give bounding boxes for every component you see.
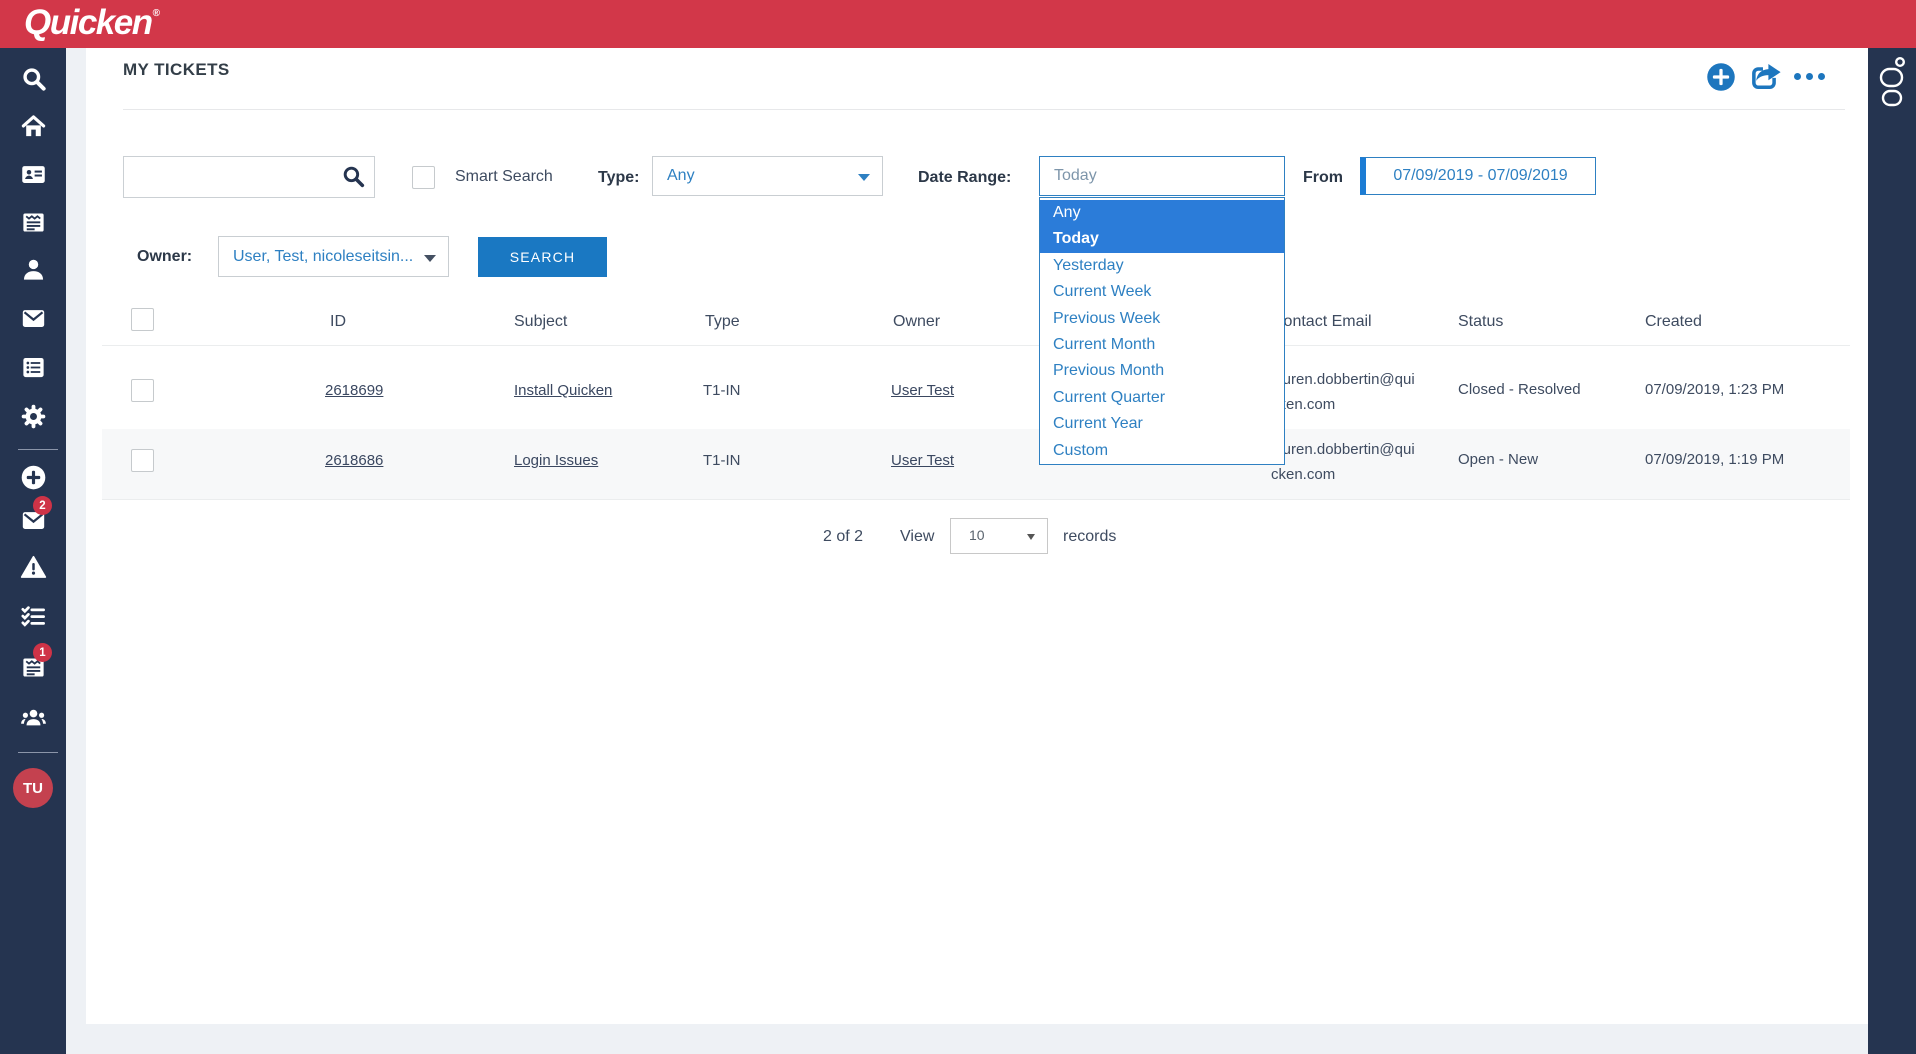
ticket-created: 07/09/2019, 1:19 PM	[1645, 451, 1784, 468]
chevron-down-icon	[1027, 534, 1035, 540]
ticket-badge: 1	[33, 643, 52, 662]
ticket-contact-email: lauren.dobbertin@quicken.com	[1271, 367, 1421, 417]
date-range-option-current-month[interactable]: Current Month	[1040, 332, 1284, 358]
column-header-owner: Owner	[893, 313, 940, 331]
column-header-subject: Subject	[514, 313, 567, 331]
share-export-button[interactable]	[1746, 60, 1784, 98]
column-header-created: Created	[1645, 313, 1702, 331]
ticket-subject-link[interactable]: Login Issues	[514, 452, 598, 469]
checklist-icon[interactable]	[19, 601, 47, 629]
person-icon[interactable]	[19, 255, 47, 283]
search-input[interactable]	[134, 161, 333, 193]
column-header-status: Status	[1458, 313, 1503, 331]
user-avatar[interactable]: TU	[13, 768, 53, 808]
collapsed-panel-icon[interactable]	[1874, 54, 1908, 117]
sidebar-divider	[18, 752, 58, 753]
ticket-id-link[interactable]: 2618686	[325, 452, 383, 469]
more-options-button[interactable]	[1794, 73, 1825, 80]
column-header-id: ID	[330, 313, 346, 331]
ticket-type: T1-IN	[703, 452, 741, 469]
record-count: 2 of 2	[823, 528, 863, 546]
date-range-option-previous-month[interactable]: Previous Month	[1040, 358, 1284, 384]
date-range-option-any[interactable]: Any	[1040, 200, 1284, 226]
home-icon[interactable]	[19, 112, 47, 140]
date-range-option-current-year[interactable]: Current Year	[1040, 411, 1284, 437]
collapsed-right-panel[interactable]	[1868, 48, 1916, 1054]
page-title: MY TICKETS	[123, 60, 230, 80]
ticket-card-icon[interactable]	[19, 208, 47, 236]
warning-icon[interactable]	[19, 553, 47, 581]
type-label: Type:	[598, 169, 639, 187]
ticket-created: 07/09/2019, 1:23 PM	[1645, 381, 1784, 398]
type-select[interactable]: Any	[652, 156, 883, 196]
ticket-search-box	[123, 156, 375, 198]
ticket-owner-link[interactable]: User Test	[891, 382, 954, 399]
owner-label: Owner:	[137, 248, 192, 266]
date-range-option-custom[interactable]: Custom	[1040, 438, 1284, 464]
left-nav-sidebar: 2 1 TU	[0, 48, 66, 1054]
date-range-select[interactable]: Today	[1039, 156, 1285, 196]
date-range-dropdown: Any Today Yesterday Current Week Previou…	[1039, 197, 1285, 465]
column-header-contact-email: Contact Email	[1272, 313, 1372, 331]
chevron-down-icon	[858, 174, 870, 181]
date-range-option-today[interactable]: Today	[1040, 226, 1284, 252]
date-range-option-yesterday[interactable]: Yesterday	[1040, 253, 1284, 279]
people-icon[interactable]	[19, 703, 47, 731]
records-label: records	[1063, 528, 1116, 546]
page-size-select[interactable]: 10	[950, 518, 1048, 554]
sidebar-divider	[18, 449, 58, 450]
view-label: View	[900, 528, 934, 546]
from-date-range-field[interactable]: 07/09/2019 - 07/09/2019	[1360, 157, 1596, 195]
table-divider	[102, 499, 1850, 500]
column-header-type: Type	[705, 313, 740, 331]
title-divider	[123, 109, 1845, 110]
date-range-option-previous-week[interactable]: Previous Week	[1040, 306, 1284, 332]
ticket-contact-email: lauren.dobbertin@quicken.com	[1271, 437, 1421, 487]
add-circle-icon[interactable]	[19, 463, 47, 491]
smart-search-checkbox[interactable]	[412, 166, 435, 189]
search-button[interactable]: SEARCH	[478, 237, 607, 277]
from-label: From	[1303, 169, 1343, 187]
ticket-type: T1-IN	[703, 382, 741, 399]
date-range-label: Date Range:	[918, 169, 1011, 187]
mail-badge: 2	[33, 496, 52, 515]
quicken-logo: Quicken®	[24, 3, 158, 43]
ticket-owner-link[interactable]: User Test	[891, 452, 954, 469]
trademark-symbol: ®	[153, 8, 159, 19]
top-brand-bar: Quicken®	[0, 0, 1916, 48]
date-range-option-current-week[interactable]: Current Week	[1040, 279, 1284, 305]
contacts-icon[interactable]	[19, 160, 47, 188]
add-record-button[interactable]	[1706, 62, 1736, 97]
list-icon[interactable]	[19, 353, 47, 381]
ticket-status: Closed - Resolved	[1458, 381, 1581, 398]
mail-icon[interactable]	[19, 304, 47, 332]
gear-icon[interactable]	[19, 402, 47, 430]
ticket-id-link[interactable]: 2618699	[325, 382, 383, 399]
owner-select[interactable]: User, Test, nicoleseitsin...	[218, 236, 449, 277]
ticket-status: Open - New	[1458, 451, 1538, 468]
date-range-option-current-quarter[interactable]: Current Quarter	[1040, 385, 1284, 411]
table-divider	[102, 345, 1850, 346]
row-checkbox[interactable]	[131, 449, 154, 472]
search-submit-icon[interactable]	[341, 164, 366, 194]
search-icon[interactable]	[19, 64, 47, 92]
chevron-down-icon	[424, 255, 436, 262]
row-checkbox[interactable]	[131, 379, 154, 402]
ticket-subject-link[interactable]: Install Quicken	[514, 382, 612, 399]
select-all-checkbox[interactable]	[131, 308, 154, 331]
smart-search-label: Smart Search	[455, 168, 553, 186]
